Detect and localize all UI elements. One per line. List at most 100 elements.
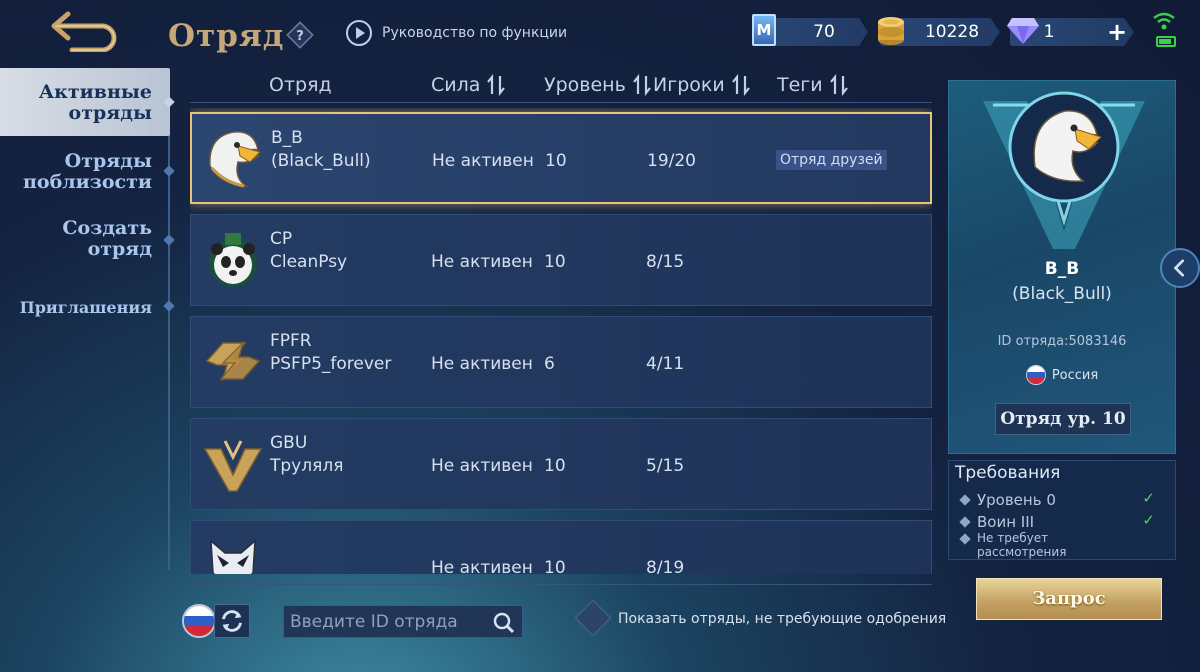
region-flag-button[interactable] bbox=[182, 604, 216, 638]
detail-country-label: Россия bbox=[1051, 367, 1099, 383]
sidebar-item-nearby-squads[interactable]: Отряды поблизости bbox=[23, 151, 152, 193]
column-header-label: Теги bbox=[777, 74, 823, 96]
column-header-level[interactable]: Уровень bbox=[544, 74, 652, 96]
sort-icon bbox=[731, 74, 750, 96]
squad-players: 4/11 bbox=[646, 354, 685, 374]
back-arrow-icon[interactable] bbox=[50, 8, 122, 52]
bullet-icon bbox=[959, 494, 971, 506]
squad-id-search-input[interactable]: Введите ID отряда bbox=[283, 605, 523, 638]
squad-row[interactable]: Не активен 10 8/19 bbox=[190, 520, 932, 574]
bullet-icon bbox=[959, 533, 971, 545]
squad-players: 8/15 bbox=[646, 252, 685, 272]
requirement-item: Воин III bbox=[959, 513, 1034, 531]
wifi-icon bbox=[1153, 12, 1175, 30]
squad-name: (Black_Bull) bbox=[271, 151, 371, 171]
sidebar-item-active-squads[interactable]: Активные отряды bbox=[0, 68, 170, 136]
squad-detail-panel: B_B (Black_Bull) ID отряда:5083146 Росси… bbox=[948, 80, 1176, 454]
battery-icon bbox=[1156, 36, 1176, 47]
add-diamonds-button[interactable]: + bbox=[1104, 19, 1130, 45]
sidebar-item-invitations[interactable]: Приглашения bbox=[20, 297, 152, 318]
squad-players: 8/19 bbox=[646, 558, 685, 574]
v-wing-logo bbox=[203, 440, 263, 492]
squad-tag: GBU bbox=[270, 433, 308, 453]
sidebar-item-create-squad[interactable]: Создать отряд bbox=[62, 218, 152, 260]
sidebar-rail bbox=[168, 70, 170, 570]
detail-squad-name: (Black_Bull) bbox=[1012, 284, 1112, 304]
check-icon: ✓ bbox=[1142, 511, 1155, 529]
detail-level-badge: Отряд ур. 10 bbox=[995, 403, 1131, 435]
collapse-panel-icon[interactable] bbox=[1160, 248, 1200, 288]
requirement-text: Не требует рассмотрения bbox=[977, 531, 1067, 559]
squad-status: Не активен bbox=[431, 354, 533, 374]
request-join-button[interactable]: Запрос bbox=[976, 578, 1162, 620]
squad-level: 10 bbox=[545, 151, 567, 171]
bullet-icon bbox=[959, 516, 971, 528]
detail-squad-tag: B_B bbox=[1044, 259, 1080, 279]
diamond-icon bbox=[1007, 18, 1039, 44]
requirements-box: Требования Уровень 0 ✓ Воин III ✓ Не тре… bbox=[948, 460, 1176, 560]
squad-players: 19/20 bbox=[647, 151, 696, 171]
column-header-tags[interactable]: Теги bbox=[777, 74, 849, 96]
list-bottom-divider bbox=[190, 584, 932, 585]
column-header-label: Сила bbox=[431, 74, 481, 96]
requirement-item: Не требует рассмотрения bbox=[959, 531, 1091, 559]
no-approval-filter-label: Показать отряды, не требующие одобрения bbox=[618, 611, 947, 627]
header-divider bbox=[190, 102, 932, 103]
gold-coins-icon bbox=[878, 17, 904, 45]
search-icon[interactable] bbox=[492, 611, 516, 635]
squad-list[interactable]: B_B (Black_Bull) Не активен 10 19/20 Отр… bbox=[190, 108, 932, 574]
russia-flag-icon bbox=[1025, 365, 1046, 385]
sidebar-marker bbox=[163, 165, 175, 177]
requirement-item: Уровень 0 bbox=[959, 491, 1056, 509]
column-header-power[interactable]: Сила bbox=[431, 74, 506, 96]
squad-status: Не активен bbox=[432, 151, 534, 171]
search-placeholder: Введите ID отряда bbox=[290, 612, 458, 632]
no-approval-filter-checkbox[interactable] bbox=[574, 599, 612, 637]
squad-tag: CP bbox=[270, 229, 293, 249]
sort-icon bbox=[632, 74, 651, 96]
squad-status: Не активен bbox=[431, 252, 533, 272]
wolf-logo bbox=[210, 539, 256, 574]
column-header-players[interactable]: Игроки bbox=[653, 74, 751, 96]
eagle-logo bbox=[209, 131, 261, 188]
m-currency-value: 70 bbox=[813, 22, 835, 42]
sort-icon bbox=[829, 74, 848, 96]
panda-logo bbox=[209, 233, 257, 287]
play-icon bbox=[346, 20, 372, 46]
sidebar-marker bbox=[163, 300, 175, 312]
squad-status: Не активен bbox=[431, 456, 533, 476]
column-header-label: Игроки bbox=[653, 74, 725, 96]
column-header-label: Уровень bbox=[544, 74, 626, 96]
check-icon: ✓ bbox=[1142, 489, 1155, 507]
question-icon[interactable]: ? bbox=[286, 21, 314, 49]
squad-name: Труляля bbox=[270, 456, 344, 476]
squad-tag-badge: Отряд друзей bbox=[776, 150, 887, 170]
refresh-icon[interactable] bbox=[214, 604, 250, 638]
squad-row[interactable]: GBU Труляля Не активен 10 5/15 bbox=[190, 418, 932, 510]
squad-status: Не активен bbox=[431, 558, 533, 574]
requirements-title: Требования bbox=[955, 463, 1061, 483]
squad-level: 10 bbox=[544, 456, 566, 476]
feature-guide-button[interactable]: Руководство по функции bbox=[346, 20, 567, 46]
squad-level: 10 bbox=[544, 252, 566, 272]
squad-row[interactable]: CP CleanPsy Не активен 10 8/15 bbox=[190, 214, 932, 306]
squad-row[interactable]: FPFR PSFP5_forever Не активен 6 4/11 bbox=[190, 316, 932, 408]
page-title: Отряд bbox=[168, 18, 285, 54]
detail-squad-id: ID отряда:5083146 bbox=[997, 334, 1127, 349]
squad-tag: FPFR bbox=[270, 331, 312, 351]
squad-row[interactable]: B_B (Black_Bull) Не активен 10 19/20 Отр… bbox=[190, 112, 932, 204]
squad-tag: B_B bbox=[271, 128, 303, 148]
svg-text:?: ? bbox=[296, 29, 304, 44]
squad-players: 5/15 bbox=[646, 456, 685, 476]
detail-country: Россия bbox=[949, 365, 1175, 385]
sort-icon bbox=[487, 74, 506, 96]
squad-level: 10 bbox=[544, 558, 566, 574]
lightning-logo bbox=[205, 340, 261, 382]
feature-guide-label: Руководство по функции bbox=[382, 25, 568, 41]
squad-name: PSFP5_forever bbox=[270, 354, 392, 374]
m-currency-icon: M bbox=[752, 14, 776, 46]
squad-emblem bbox=[983, 91, 1145, 249]
sidebar-marker bbox=[163, 234, 175, 246]
squad-level: 6 bbox=[544, 354, 555, 374]
sidebar-item-label: Активные отряды bbox=[38, 81, 152, 124]
